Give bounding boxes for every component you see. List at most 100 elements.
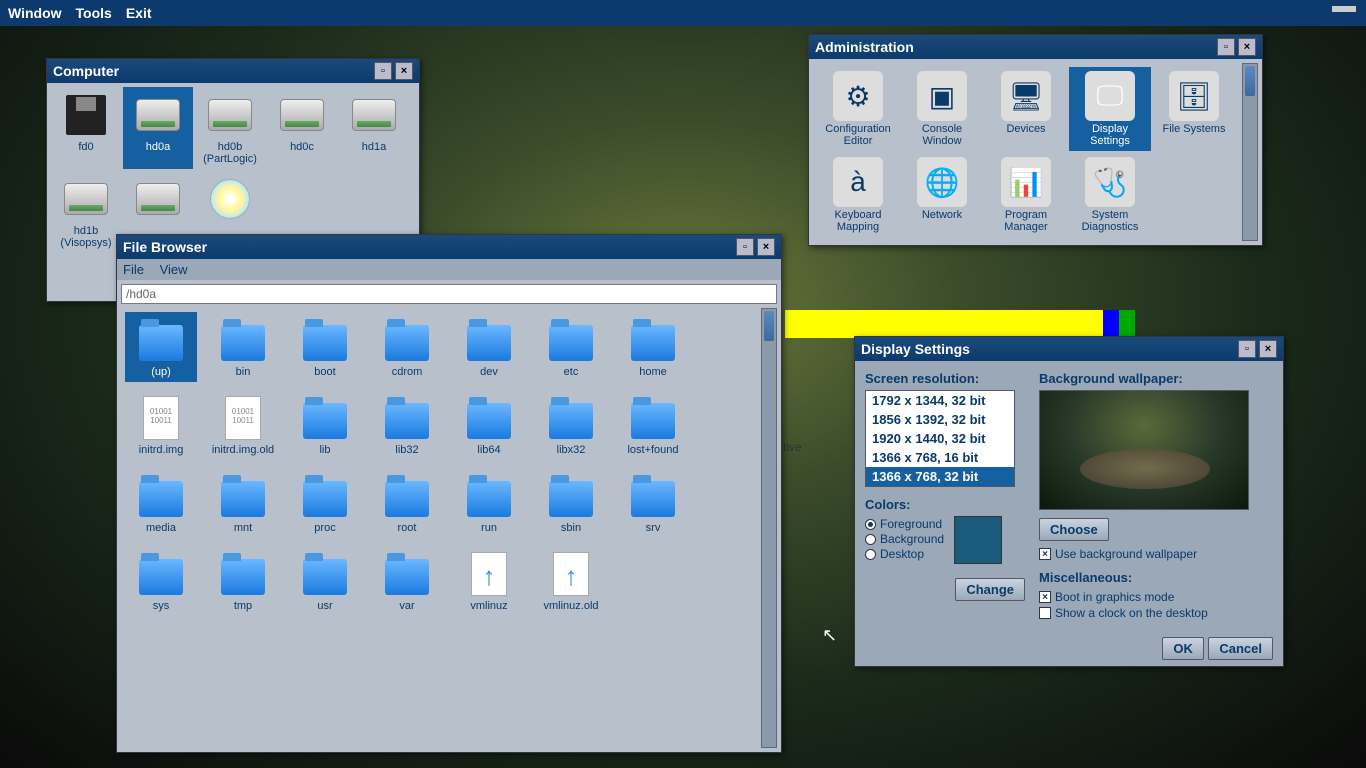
file-item[interactable]: vmlinuz.old [535,546,607,616]
ok-button[interactable]: OK [1162,637,1204,660]
radio-foreground[interactable]: Foreground [865,517,944,531]
menu-window[interactable]: Window [8,5,62,21]
drive-item[interactable]: hd1b (Visopsys) [51,171,121,253]
radio-desktop[interactable]: Desktop [865,547,944,561]
file-item[interactable]: boot [289,312,361,382]
file-item[interactable]: 01001 10011initrd.img.old [207,390,279,460]
titlebar-display[interactable]: Display Settings ▫ × [855,337,1283,361]
file-item[interactable]: libx32 [535,390,607,460]
file-item[interactable]: lost+found [617,390,689,460]
file-item[interactable]: bin [207,312,279,382]
drive-item[interactable]: fd0 [51,87,121,169]
file-item[interactable]: media [125,468,197,538]
admin-body: ⚙Configuration Editor▣Console Window🖥Dev… [809,59,1262,245]
admin-item[interactable]: 🩺System Diagnostics [1069,153,1151,237]
color-swatch [954,516,1002,564]
admin-item[interactable]: ⚙Configuration Editor [817,67,899,151]
admin-icon: 🖥 [1001,71,1051,121]
file-item[interactable]: vmlinuz [453,546,525,616]
close-button[interactable]: × [1259,340,1277,358]
file-item[interactable]: 01001 10011initrd.img [125,390,197,460]
resolution-list[interactable]: 1792 x 1344, 32 bit1856 x 1392, 32 bit19… [865,390,1015,487]
file-item[interactable]: srv [617,468,689,538]
minimize-button[interactable]: ▫ [1238,340,1256,358]
file-item[interactable]: sys [125,546,197,616]
admin-item[interactable]: 🖵Display Settings [1069,67,1151,151]
admin-icon: ⚙ [833,71,883,121]
cancel-button[interactable]: Cancel [1208,637,1273,660]
menu-view[interactable]: View [160,262,188,277]
drive-item[interactable]: hd0b (PartLogic) [195,87,265,169]
admin-icon: 🗄 [1169,71,1219,121]
admin-icon: ▣ [917,71,967,121]
file-item[interactable]: lib32 [371,390,443,460]
drive-item[interactable]: hd0a [123,87,193,169]
file-item[interactable]: mnt [207,468,279,538]
titlebar-admin[interactable]: Administration ▫ × [809,35,1262,59]
file-item[interactable]: dev [453,312,525,382]
panel-handle[interactable] [1332,6,1356,12]
title-text: Display Settings [861,341,970,357]
minimize-button[interactable]: ▫ [1217,38,1235,56]
check-boot-graphics[interactable]: Boot in graphics mode [1039,590,1273,604]
check-show-clock[interactable]: Show a clock on the desktop [1039,606,1273,620]
admin-icon: 🌐 [917,157,967,207]
minimize-button[interactable]: ▫ [736,238,754,256]
menu-exit[interactable]: Exit [126,5,152,21]
resolution-option[interactable]: 1920 x 1440, 32 bit [866,429,1014,448]
file-item[interactable]: var [371,546,443,616]
titlebar-filebrowser[interactable]: File Browser ▫ × [117,235,781,259]
drive-item[interactable]: hd1a [339,87,409,169]
filebrowser-menu: File View [117,259,781,280]
scrollbar[interactable] [1242,63,1258,241]
resolution-option[interactable]: 1792 x 1344, 32 bit [866,391,1014,410]
display-body: Screen resolution: 1792 x 1344, 32 bit18… [855,361,1283,631]
screen-res-label: Screen resolution: [865,371,1025,386]
admin-item[interactable]: 🌐Network [901,153,983,237]
check-use-wallpaper[interactable]: Use background wallpaper [1039,547,1273,561]
admin-item[interactable]: ▣Console Window [901,67,983,151]
admin-icon: 🩺 [1085,157,1135,207]
admin-icon: 🖵 [1085,71,1135,121]
admin-item[interactable]: 📊Program Manager [985,153,1067,237]
admin-icon: 📊 [1001,157,1051,207]
admin-icon: à [833,157,883,207]
file-item[interactable]: root [371,468,443,538]
resolution-option[interactable]: 1366 x 768, 32 bit [866,467,1014,486]
drive-item[interactable]: hd0c [267,87,337,169]
radio-background[interactable]: Background [865,532,944,546]
title-text: File Browser [123,239,207,255]
change-button[interactable]: Change [955,578,1025,601]
menu-file[interactable]: File [123,262,144,277]
file-item[interactable]: usr [289,546,361,616]
misc-label: Miscellaneous: [1039,570,1273,585]
file-item[interactable]: tmp [207,546,279,616]
file-item[interactable]: cdrom [371,312,443,382]
file-item[interactable]: lib64 [453,390,525,460]
color-bar [785,310,1135,338]
file-item[interactable]: (up) [125,312,197,382]
close-button[interactable]: × [757,238,775,256]
file-item[interactable]: run [453,468,525,538]
path-input[interactable] [121,284,777,304]
file-item[interactable]: lib [289,390,361,460]
window-administration: Administration ▫ × ⚙Configuration Editor… [808,34,1263,246]
resolution-option[interactable]: 1366 x 768, 16 bit [866,448,1014,467]
close-button[interactable]: × [1238,38,1256,56]
filebrowser-body: (up)binbootcdromdevetchome 01001 10011ini… [117,280,781,752]
scrollbar[interactable] [761,308,777,748]
title-text: Computer [53,63,119,79]
file-item[interactable]: home [617,312,689,382]
minimize-button[interactable]: ▫ [374,62,392,80]
close-button[interactable]: × [395,62,413,80]
admin-item[interactable]: àKeyboard Mapping [817,153,899,237]
file-item[interactable]: etc [535,312,607,382]
menu-tools[interactable]: Tools [76,5,112,21]
admin-item[interactable]: 🗄File Systems [1153,67,1235,151]
resolution-option[interactable]: 1856 x 1392, 32 bit [866,410,1014,429]
file-item[interactable]: proc [289,468,361,538]
choose-button[interactable]: Choose [1039,518,1109,541]
admin-item[interactable]: 🖥Devices [985,67,1067,151]
file-item[interactable]: sbin [535,468,607,538]
titlebar-computer[interactable]: Computer ▫ × [47,59,419,83]
